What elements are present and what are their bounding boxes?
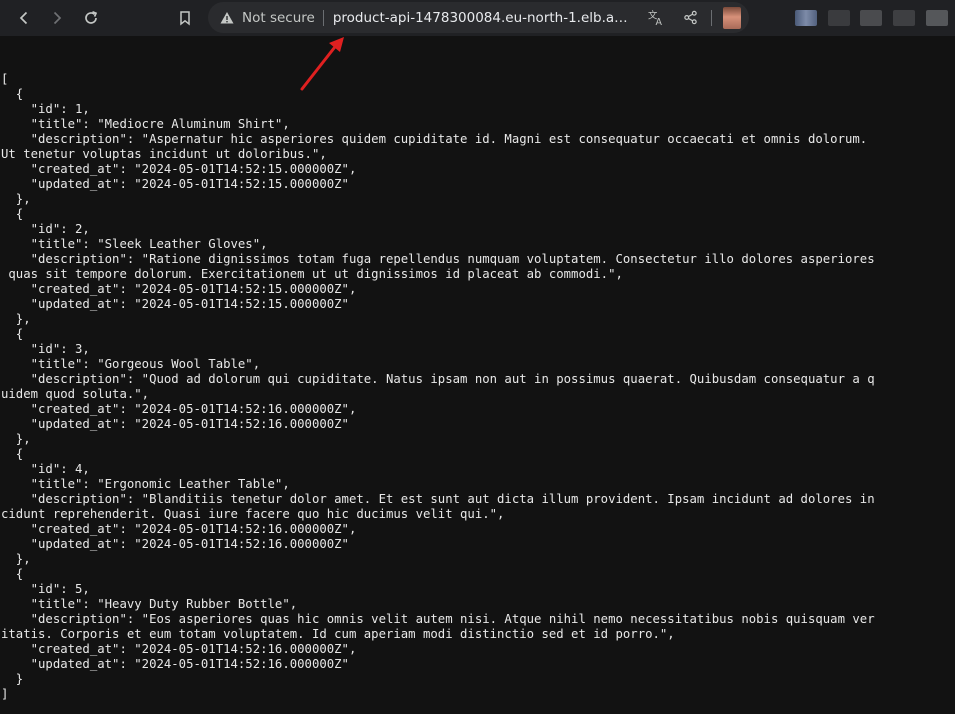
bookmark-button[interactable] — [172, 5, 198, 31]
divider — [710, 9, 712, 26]
profile-avatar[interactable] — [723, 7, 741, 29]
extension-icon[interactable] — [828, 10, 850, 26]
back-button[interactable] — [11, 5, 37, 31]
url-text[interactable]: product-api-1478300084.eu-north-1.elb.am… — [333, 10, 639, 26]
forward-icon — [53, 11, 62, 25]
share-icon[interactable] — [681, 8, 701, 28]
address-bar[interactable]: Not secure product-api-1478300084.eu-nor… — [208, 2, 749, 33]
browser-toolbar: Not secure product-api-1478300084.eu-nor… — [0, 0, 955, 36]
bookmark-icon — [180, 11, 190, 26]
extension-icon[interactable] — [893, 10, 915, 26]
reload-button[interactable] — [78, 5, 104, 31]
back-icon — [19, 11, 28, 25]
divider — [322, 9, 324, 26]
svg-text:A: A — [656, 17, 663, 26]
security-status[interactable]: Not secure — [242, 10, 315, 26]
translate-icon[interactable]: 文A — [647, 8, 667, 28]
extension-icon[interactable] — [926, 10, 948, 26]
reload-icon — [85, 11, 98, 24]
extension-icon[interactable] — [795, 10, 817, 26]
json-response-body: [ { "id": 1, "title": "Mediocre Aluminum… — [1, 72, 875, 701]
forward-button[interactable] — [44, 5, 70, 31]
warning-icon[interactable] — [220, 11, 234, 25]
extension-icon[interactable] — [860, 10, 882, 26]
